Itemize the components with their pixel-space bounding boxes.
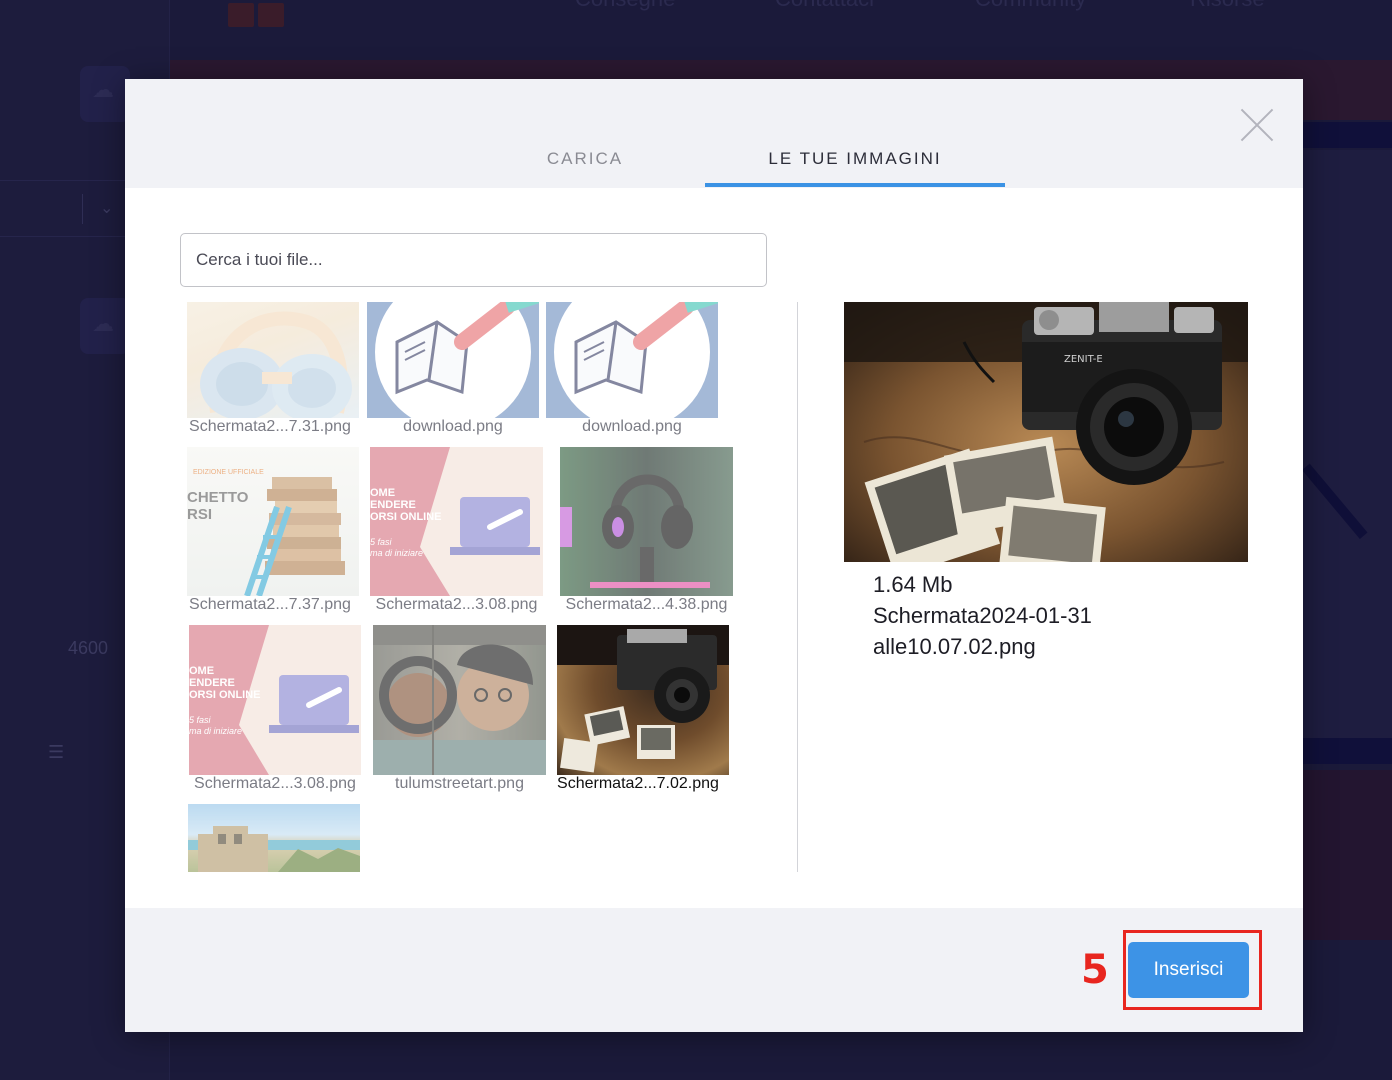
image-caption: download.png — [582, 418, 682, 435]
preview-details: 1.64 Mb Schermata2024-01-31alle10.07.02.… — [873, 569, 1173, 662]
file-name: Schermata2024-01-31alle10.07.02.png — [873, 603, 1092, 659]
cloud-upload-icon: ☁ — [92, 78, 114, 103]
svg-text:ZENIT-E: ZENIT-E — [1064, 354, 1103, 365]
chevron-down-icon: ⌄ — [100, 198, 114, 217]
image-caption: Schermata2...7.37.png — [189, 596, 351, 613]
thumb-label: CHETTO RSI — [187, 489, 249, 523]
list-icon: ☰ — [48, 742, 65, 763]
books-stack-image: EDIZIONE UFFICIALE CHETTO RSI — [187, 447, 359, 596]
thumb-label: OME ENDERE ORSI ONLINE — [189, 665, 261, 701]
headphones-image — [187, 302, 359, 418]
image-caption: download.png — [403, 418, 503, 435]
tab-upload[interactable]: CARICA — [505, 149, 665, 169]
image-caption: Schermata2...7.31.png — [189, 418, 351, 435]
panel-divider — [797, 302, 798, 872]
nav-item-risorse: Risorse — [1190, 0, 1265, 12]
thumb-label: 5 fasi ma di iniziare — [189, 715, 243, 736]
step-number-annotation: 5 — [1081, 947, 1109, 993]
selected-image-preview: ZENIT-E — [844, 302, 1248, 562]
background-panel — [1300, 770, 1392, 940]
thumb-label: EDIZIONE UFFICIALE — [193, 469, 264, 476]
book-drawing-image — [546, 302, 718, 418]
sell-courses-image: OME ENDERE ORSI ONLINE 5 fasi ma di iniz… — [370, 447, 543, 596]
thumb-label: OME ENDERE ORSI ONLINE — [370, 487, 442, 523]
tab-your-images[interactable]: LE TUE IMMAGINI — [705, 149, 1005, 169]
sidebar-divider — [82, 194, 83, 224]
image-caption: tulumstreetart.png — [395, 775, 524, 792]
image-grid: Schermata2...7.31.png download.png downl… — [180, 302, 780, 872]
sell-courses-image: OME ENDERE ORSI ONLINE 5 fasi ma di iniz… — [189, 625, 361, 775]
file-size: 1.64 Mb — [873, 572, 953, 597]
book-drawing-image — [367, 302, 539, 418]
modal-header: CARICA LE TUE IMMAGINI — [125, 79, 1303, 188]
logo-icon — [228, 3, 254, 27]
close-icon[interactable] — [1239, 107, 1275, 143]
image-caption: Schermata2...3.08.png — [375, 596, 538, 613]
image-picker-modal: CARICA LE TUE IMMAGINI Schermata2...7.31… — [125, 79, 1303, 1032]
image-caption: Schermata2...4.38.png — [565, 596, 728, 613]
vintage-camera-image — [557, 625, 729, 775]
logo-icon — [258, 3, 284, 27]
image-caption: Schermata2...3.08.png — [194, 775, 356, 792]
search-input[interactable] — [180, 233, 767, 287]
nav-item-contattaci: Contattaci — [775, 0, 874, 12]
nav-item-community: Community — [975, 0, 1086, 12]
thumb-label: 5 fasi ma di iniziare — [370, 537, 424, 558]
active-tab-indicator — [705, 183, 1005, 187]
beach-ruins-image — [188, 804, 360, 872]
sidebar-value: 4600 — [68, 638, 109, 658]
nav-item-consegne: Consegne — [575, 0, 675, 12]
street-art-image — [373, 625, 546, 775]
cloud-upload-icon: ☁ — [92, 312, 114, 337]
insert-button[interactable]: Inserisci — [1128, 942, 1249, 998]
background-top-nav: Consegne Contattaci Community Risorse — [170, 0, 1392, 60]
gaming-headset-image — [560, 447, 733, 596]
image-caption: Schermata2...7.02.png — [557, 775, 719, 792]
